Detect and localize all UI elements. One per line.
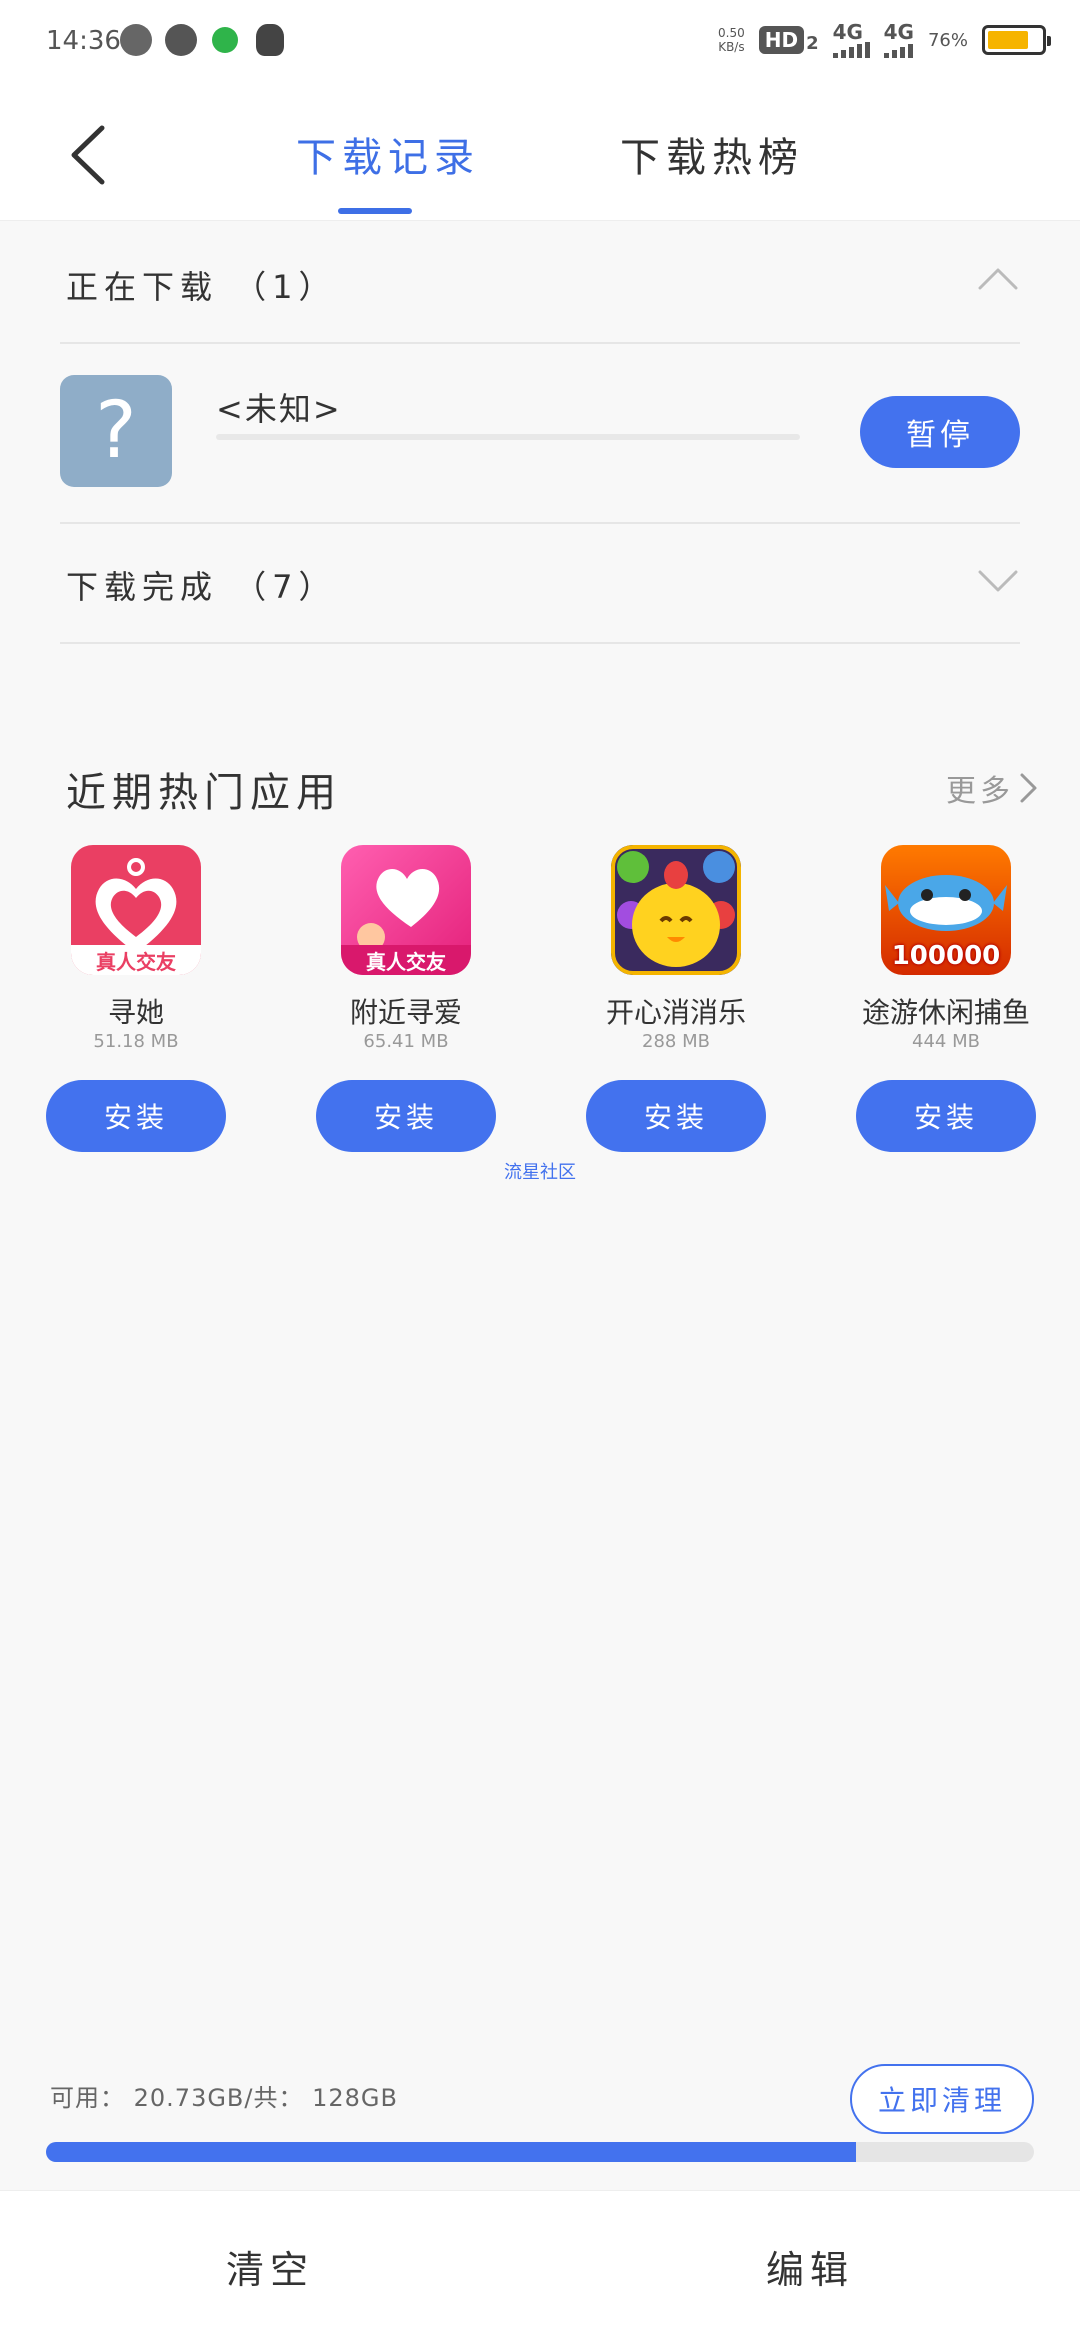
unknown-app-icon: ? bbox=[60, 375, 172, 487]
speed-value: 0.50 bbox=[718, 26, 745, 40]
app-size: 444 MB bbox=[912, 1031, 980, 1052]
install-button[interactable]: 安装 bbox=[316, 1080, 496, 1152]
more-link[interactable]: 更多 bbox=[946, 766, 1040, 810]
xunta-app-icon: 真人交友 bbox=[71, 845, 201, 975]
install-button[interactable]: 安装 bbox=[46, 1080, 226, 1152]
signal-sim1: 4G bbox=[832, 20, 870, 58]
app-badge: 100000 bbox=[891, 941, 1001, 971]
app-name: 途游休闲捕鱼 bbox=[861, 996, 1030, 1029]
pause-button[interactable]: 暂停 bbox=[860, 396, 1020, 468]
app-size: 51.18 MB bbox=[93, 1031, 179, 1052]
speed-unit: KB/s bbox=[718, 40, 745, 54]
tab-download-ranking[interactable]: 下载热榜 bbox=[620, 125, 804, 183]
app-name: 寻她 bbox=[107, 996, 164, 1029]
clean-now-button[interactable]: 立即清理 bbox=[850, 2064, 1034, 2134]
hd-label: HD bbox=[758, 26, 805, 54]
back-arrow-icon bbox=[71, 125, 105, 185]
hot-app-card[interactable]: 100000 途游休闲捕鱼 444 MB 安装 bbox=[846, 845, 1046, 1175]
hd-voice-badge: HD 2 bbox=[758, 26, 819, 54]
happy-match-game-icon bbox=[611, 845, 741, 975]
app-badge: 真人交友 bbox=[96, 950, 176, 974]
status-time: 14:36 bbox=[46, 26, 121, 56]
install-button[interactable]: 安装 bbox=[856, 1080, 1036, 1152]
storage-usage-fill bbox=[46, 2142, 857, 2162]
app-size: 288 MB bbox=[642, 1031, 710, 1052]
download-item: ? <未知> 暂停 bbox=[60, 342, 1020, 524]
hd-sub: 2 bbox=[806, 33, 819, 54]
community-link[interactable]: 流星社区 bbox=[0, 1158, 1080, 1184]
download-item-name: <未知> bbox=[216, 390, 342, 428]
completed-title: 下载完成 （7） bbox=[66, 568, 337, 606]
qq-icon bbox=[256, 24, 284, 56]
more-label: 更多 bbox=[946, 774, 1014, 809]
fujin-xunai-app-icon: 真人交友 bbox=[341, 845, 471, 975]
fishing-game-icon: 100000 bbox=[881, 845, 1011, 975]
app-name: 附近寻爱 bbox=[349, 996, 462, 1029]
speedometer-icon bbox=[165, 24, 197, 56]
chevron-up-icon bbox=[978, 268, 1018, 290]
app-name: 开心消消乐 bbox=[605, 996, 746, 1029]
battery-fill bbox=[988, 31, 1028, 49]
app-size: 65.41 MB bbox=[363, 1031, 449, 1052]
hot-app-card[interactable]: 开心消消乐 288 MB 安装 bbox=[576, 845, 776, 1175]
hot-app-card[interactable]: 真人交友 附近寻爱 65.41 MB 安装 bbox=[306, 845, 506, 1175]
signal-sim2: 4G bbox=[883, 20, 914, 58]
sim1-network-label: 4G bbox=[832, 20, 863, 44]
game-notification-icon bbox=[212, 27, 238, 53]
tab-download-records[interactable]: 下载记录 bbox=[296, 125, 480, 183]
hot-apps-title: 近期热门应用 bbox=[66, 770, 342, 816]
app-notification-icon bbox=[120, 24, 152, 56]
battery-percent: 76% bbox=[927, 29, 968, 51]
tab-active-indicator bbox=[338, 208, 412, 214]
completed-section-header[interactable]: 下载完成 （7） bbox=[60, 522, 1020, 644]
install-button[interactable]: 安装 bbox=[586, 1080, 766, 1152]
header: 下载记录 下载热榜 bbox=[0, 80, 1080, 221]
status-bar: 14:36 0.50 KB/s HD 2 4G 4G 76% bbox=[0, 0, 1080, 80]
downloading-section-header[interactable]: 正在下载 （1） bbox=[60, 222, 1020, 344]
chevron-right-icon bbox=[1020, 773, 1037, 803]
download-progress-bar bbox=[216, 434, 800, 440]
edit-button[interactable]: 编辑 bbox=[540, 2191, 1080, 2341]
chevron-down-icon bbox=[978, 570, 1018, 592]
bottom-action-bar: 清空 编辑 bbox=[0, 2190, 1080, 2341]
storage-info: 可用： 20.73GB/共： 128GB bbox=[50, 2084, 398, 2112]
sim2-network-label: 4G bbox=[883, 20, 914, 44]
signal-bars-icon bbox=[832, 42, 870, 58]
hot-app-card[interactable]: 真人交友 寻她 51.18 MB 安装 bbox=[36, 845, 236, 1175]
clear-button[interactable]: 清空 bbox=[0, 2191, 540, 2341]
status-indicators: 0.50 KB/s HD 2 4G 4G 76% bbox=[718, 20, 1051, 58]
signal-bars-icon bbox=[883, 42, 913, 58]
storage-usage-bar bbox=[46, 2142, 1034, 2162]
downloading-title: 正在下载 （1） bbox=[66, 268, 337, 306]
battery-icon bbox=[982, 25, 1051, 55]
app-badge: 真人交友 bbox=[366, 950, 446, 974]
back-button[interactable] bbox=[60, 120, 120, 190]
network-speed: 0.50 KB/s bbox=[718, 26, 745, 54]
